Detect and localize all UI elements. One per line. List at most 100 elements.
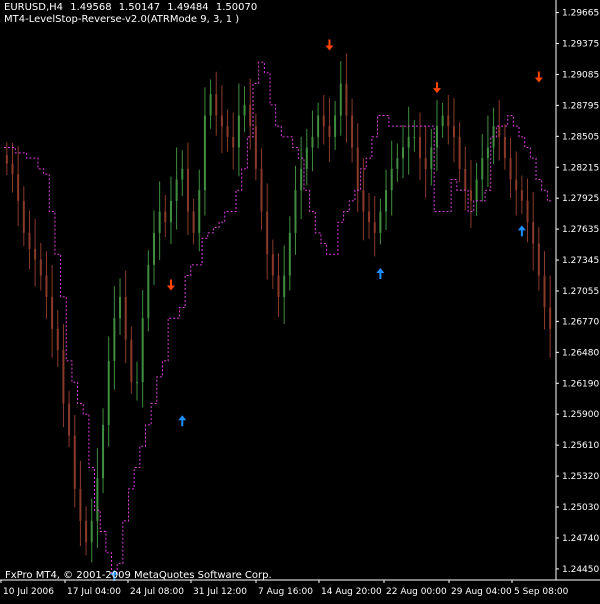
- open-value: 1.49568: [70, 2, 112, 13]
- candle: [198, 169, 201, 252]
- candle: [322, 95, 325, 145]
- axes-layer: 1.29665 1.29375 1.29085 1.28795 1.28505 1.282…: [0, 0, 600, 597]
- candle: [334, 100, 337, 151]
- price-tick-label: 1.25610: [562, 441, 599, 451]
- candle: [305, 128, 308, 186]
- candle: [390, 140, 393, 216]
- candle: [243, 86, 246, 133]
- time-tick-label: 5 Sep 08:00: [514, 587, 569, 597]
- candle: [458, 122, 461, 183]
- orange-down-arrow-icon: [325, 39, 334, 51]
- candle: [102, 408, 105, 494]
- candle: [11, 143, 14, 193]
- candle: [237, 83, 240, 177]
- signal-arrows-layer: [110, 39, 543, 581]
- copyright-text: FxPro MT4, © 2001-2009 MetaQuotes Softwa…: [5, 570, 272, 581]
- time-tick-label: 10 Jul 2006: [3, 587, 54, 597]
- price-tick-label: 1.27925: [562, 194, 599, 204]
- candle: [130, 326, 133, 394]
- candle: [28, 210, 31, 270]
- orange-down-arrow-icon: [534, 71, 543, 83]
- candle: [73, 415, 76, 508]
- candle: [396, 143, 399, 183]
- candle: [249, 78, 252, 150]
- candle: [113, 286, 116, 390]
- candle: [339, 61, 342, 136]
- candle: [447, 95, 450, 145]
- candle: [85, 506, 88, 556]
- candle: [141, 290, 144, 408]
- candle: [158, 181, 161, 260]
- blue-up-arrow-icon: [376, 267, 385, 279]
- candle: [385, 169, 388, 230]
- candle: [515, 151, 518, 216]
- candle: [152, 210, 155, 286]
- candle: [175, 147, 178, 230]
- symbol-info: EURUSD,H4 1.49568 1.50147 1.49484 1.5007…: [4, 2, 261, 13]
- candle: [481, 133, 484, 202]
- price-tick-label: 1.27635: [562, 225, 599, 235]
- price-tick-label: 1.28795: [562, 101, 599, 111]
- candle: [169, 176, 172, 245]
- candle: [345, 53, 348, 143]
- candle: [543, 251, 546, 330]
- candle: [220, 85, 223, 154]
- candle: [509, 137, 512, 198]
- candle: [317, 102, 320, 149]
- candle: [124, 270, 127, 364]
- candle: [147, 250, 150, 332]
- candle: [351, 98, 354, 163]
- candle: [311, 110, 314, 172]
- level-stop-line: [4, 61, 553, 575]
- candle: [294, 165, 297, 255]
- candle: [62, 323, 65, 428]
- candle: [192, 198, 195, 245]
- candle: [532, 192, 535, 271]
- price-tick-label: 1.28505: [562, 132, 599, 142]
- candle: [277, 253, 280, 318]
- candle: [79, 460, 82, 547]
- price-tick-label: 1.25900: [562, 410, 599, 420]
- price-tick-label: 1.29665: [562, 9, 599, 19]
- price-tick-label: 1.26480: [562, 348, 599, 358]
- candle: [402, 125, 405, 179]
- price-tick-label: 1.26770: [562, 317, 599, 327]
- candle: [68, 390, 71, 448]
- candle: [475, 162, 478, 216]
- candle: [356, 123, 359, 213]
- candle: [413, 120, 416, 152]
- time-tick-label: 14 Aug 20:00: [321, 587, 382, 597]
- price-tick-label: 1.27055: [562, 287, 599, 297]
- candle: [181, 150, 184, 197]
- candle: [368, 192, 371, 239]
- candle: [520, 175, 523, 215]
- orange-down-arrow-icon: [432, 82, 441, 94]
- candle: [5, 142, 8, 176]
- candle: [486, 115, 489, 187]
- price-tick-label: 1.24450: [562, 565, 599, 575]
- price-tick-label: 1.25030: [562, 503, 599, 513]
- symbol-label: EURUSD,H4: [4, 2, 64, 13]
- time-tick-label: 24 Jul 08:00: [130, 587, 184, 597]
- price-tick-label: 1.29085: [562, 70, 599, 80]
- blue-up-arrow-icon: [517, 225, 526, 237]
- candle: [379, 198, 382, 245]
- candle: [119, 278, 122, 335]
- candle: [418, 112, 421, 181]
- time-tick-label: 22 Aug 00:00: [386, 587, 447, 597]
- candle: [469, 160, 472, 228]
- candle: [430, 128, 433, 186]
- price-tick-label: 1.29375: [562, 40, 599, 50]
- time-tick-label: 17 Jul 04:00: [67, 587, 121, 597]
- candle: [164, 194, 167, 238]
- candle: [271, 239, 274, 289]
- price-tick-label: 1.24740: [562, 534, 599, 544]
- price-tick-label: 1.27345: [562, 256, 599, 266]
- close-value: 1.50070: [215, 2, 258, 13]
- candle: [498, 99, 501, 161]
- time-tick-label: 29 Aug 04:00: [451, 587, 512, 597]
- time-tick-label: 7 Aug 16:00: [258, 587, 313, 597]
- candle: [45, 251, 48, 319]
- candle: [260, 148, 263, 230]
- candle: [549, 275, 552, 358]
